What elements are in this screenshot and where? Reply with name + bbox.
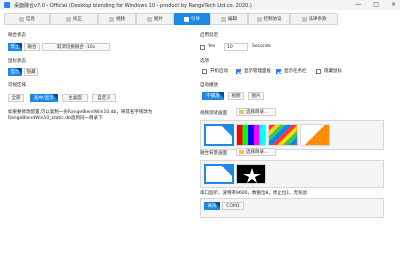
selected-corner-icon — [218, 92, 224, 98]
area-center-button[interactable]: 居中/显示 — [30, 94, 58, 102]
test-pattern-title: 视频测试画面 — [200, 111, 227, 116]
app-icon — [4, 2, 10, 8]
autoplay-image-button[interactable]: 图片 — [248, 92, 264, 100]
test-pattern-diagonal[interactable] — [268, 124, 298, 146]
title-bar: 桌面融合v7.0 - Official (Desktop blending fo… — [0, 0, 400, 10]
selected-corner-icon — [16, 68, 22, 74]
serial-com1-button[interactable]: COM1 — [222, 202, 244, 210]
serial-text: 串口监听，波特率9600，数据位8，停止位1，无校验 — [200, 191, 308, 196]
fusion-switch-button[interactable]: 取消切换融合 -10s — [42, 43, 110, 51]
maximize-icon[interactable]: □ — [373, 1, 379, 8]
selected-corner-icon — [16, 43, 22, 49]
visible-area-title: 可视区域 — [8, 83, 26, 88]
test-pattern-blank[interactable] — [204, 124, 234, 146]
options-title: 选项 — [200, 59, 209, 64]
tab-bar: 信息 校正 视频 图片 引导 编辑 控制协议 法律条款 — [0, 12, 400, 26]
protocol-icon — [256, 16, 262, 22]
option-show-panel-checkbox[interactable] — [236, 69, 241, 74]
delay-yes-checkbox[interactable] — [200, 45, 205, 50]
folder-icon — [239, 110, 244, 114]
close-icon[interactable]: × — [391, 1, 396, 8]
area-all-button[interactable]: 全部 — [8, 94, 24, 102]
fusion-status-title: 融合状态 — [8, 33, 26, 38]
video-icon — [109, 16, 114, 22]
fusion-bg-blank[interactable] — [204, 164, 234, 184]
option-hide-mouse-checkbox[interactable] — [316, 69, 321, 74]
delay-title: 启用延迟 — [200, 33, 218, 38]
minimize-icon[interactable]: — — [355, 1, 361, 8]
tab-edit[interactable]: 编辑 — [210, 13, 248, 25]
option-autostart-label: 开机启动 — [210, 69, 228, 74]
selected-corner-icon — [214, 202, 220, 208]
test-pattern-orange[interactable] — [300, 124, 330, 146]
option-show-panel-label: 显示管理面板 — [244, 69, 271, 74]
tab-info[interactable]: 信息 — [4, 13, 50, 25]
hide-status-title: 鼠标状态 — [8, 59, 26, 64]
legal-icon — [301, 16, 307, 22]
fusion-bg-star[interactable] — [236, 164, 266, 184]
app-window: 桌面融合v7.0 - Official (Desktop blending fo… — [0, 0, 400, 267]
window-controls: — □ × — [355, 1, 396, 8]
choose-dir-button-2[interactable]: 选择目录... — [236, 148, 276, 156]
mouse-hide-button[interactable]: 隐藏 — [24, 68, 38, 76]
serial-close-button[interactable]: 关闭 — [204, 202, 220, 210]
fusion-enable-button[interactable]: 融合 — [24, 43, 40, 51]
config-note: 如果要修改配置,可以复制一份RangeBlendWin10.db，将其名字修改为… — [8, 110, 153, 121]
tab-calibrate[interactable]: 校正 — [50, 13, 98, 25]
calibrate-icon — [66, 16, 71, 22]
mouse-show-button[interactable]: 显示 — [8, 68, 22, 76]
area-main-desktop-button[interactable]: 主桌面 — [62, 94, 88, 102]
delay-yes-label: Yes — [208, 44, 216, 49]
tab-video[interactable]: 视频 — [98, 13, 136, 25]
area-custom-button[interactable]: 自定义 — [92, 94, 116, 102]
test-pattern-colorbars[interactable] — [236, 124, 266, 146]
autoplay-title: 自动播放 — [200, 83, 218, 88]
selected-corner-icon — [222, 166, 232, 176]
tab-guide[interactable]: 引导 — [174, 13, 210, 25]
fusion-bg-title: 融合背景画面 — [200, 151, 227, 156]
choose-dir-button-1[interactable]: 选择目录... — [236, 108, 276, 116]
star-icon — [243, 168, 261, 183]
option-hide-mouse-label: 隐藏鼠标 — [324, 69, 342, 74]
tab-legal[interactable]: 法律条款 — [290, 13, 338, 25]
selected-corner-icon — [222, 126, 232, 136]
option-show-taskbar-checkbox[interactable] — [276, 69, 281, 74]
option-autostart-checkbox[interactable] — [202, 69, 207, 74]
delay-unit-label: Seconds — [252, 44, 271, 49]
image-icon — [147, 16, 152, 22]
autoplay-video-button[interactable]: 视频 — [228, 92, 244, 100]
tab-image[interactable]: 图片 — [136, 13, 174, 25]
delay-seconds-input[interactable]: 10 — [224, 43, 248, 51]
autoplay-none-button[interactable]: 不播放 — [202, 92, 224, 100]
window-title: 桌面融合v7.0 - Official (Desktop blending fo… — [14, 2, 252, 9]
selected-corner-icon — [52, 94, 58, 100]
folder-icon — [239, 150, 244, 154]
edit-icon — [221, 16, 226, 22]
option-show-taskbar-label: 显示任务栏 — [284, 69, 307, 74]
tab-control-protocol[interactable]: 控制协议 — [248, 13, 290, 25]
info-icon — [19, 16, 24, 22]
fusion-disable-button[interactable]: 禁止 — [8, 43, 22, 51]
guide-icon — [184, 16, 189, 22]
